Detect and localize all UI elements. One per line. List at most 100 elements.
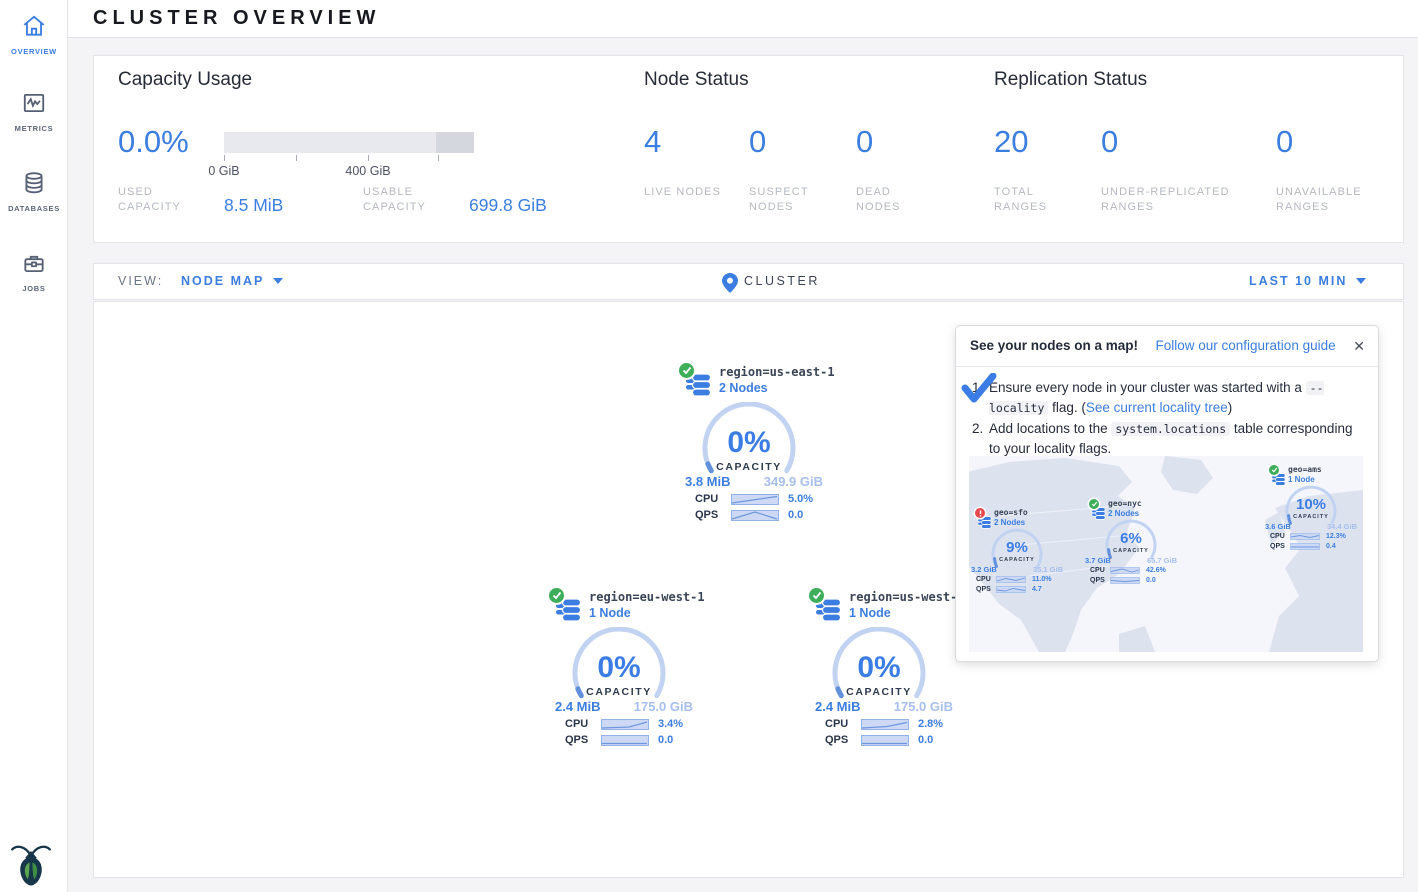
suspect-nodes-value: 0	[749, 126, 766, 158]
configuration-guide-link[interactable]: Follow our configuration guide	[1156, 338, 1336, 353]
capacity-percent: 9%	[985, 539, 1049, 556]
time-range-selector[interactable]: LAST 10 MIN	[1249, 264, 1366, 299]
replication-status-title: Replication Status	[994, 69, 1147, 91]
locality-tree-link[interactable]: See current locality tree	[1086, 400, 1228, 415]
status-ok-icon	[809, 588, 824, 603]
capacity-percent: 0%	[691, 426, 807, 460]
region-card-us-west-1[interactable]: region=us-west-1 1 Node 0% CAPACITY 2.4 …	[797, 587, 961, 753]
sidebar-item-jobs[interactable]: JOBS	[0, 250, 68, 293]
qps-value: 0.0	[918, 734, 933, 746]
used-capacity-label: USED CAPACITY	[118, 185, 198, 215]
qps-sparkline	[1290, 543, 1320, 550]
home-icon	[21, 13, 47, 39]
region-name: geo=ams	[1288, 465, 1322, 474]
popup-title: See your nodes on a map!	[970, 338, 1138, 353]
region-card-eu-west-1[interactable]: region=eu-west-1 1 Node 0% CAPACITY 2.4 …	[537, 587, 701, 753]
capacity-bar-reserved-segment	[436, 132, 474, 153]
dead-nodes-label: DEAD NODES	[856, 185, 936, 215]
breadcrumb[interactable]: CLUSTER	[744, 264, 820, 299]
region-used: 2.4 MiB	[555, 699, 601, 714]
capacity-label: CAPACITY	[985, 557, 1049, 563]
sidebar-item-databases[interactable]: DATABASES	[0, 170, 68, 213]
view-label: VIEW:	[118, 264, 163, 299]
region-node-count: 2 Nodes	[994, 518, 1025, 527]
region-name: region=eu-west-1	[589, 590, 705, 604]
suspect-nodes-label: SUSPECT NODES	[749, 185, 829, 215]
qps-sparkline	[996, 586, 1026, 593]
region-node-count: 2 Nodes	[719, 381, 768, 395]
popup-body: 1. Ensure every node in your cluster was…	[956, 367, 1378, 458]
capacity-usage-bar	[224, 132, 474, 153]
capacity-percent: 6%	[1099, 530, 1163, 547]
cpu-sparkline	[1110, 567, 1140, 574]
setup-step-2: 2. Add locations to the system.locations…	[972, 419, 1364, 458]
capacity-percent: 0%	[561, 651, 677, 685]
capacity-usage-percent: 0.0%	[118, 126, 189, 158]
used-capacity-value: 8.5 MiB	[224, 195, 283, 216]
database-icon	[21, 170, 47, 196]
cluster-summary-panel: Capacity Usage 0.0% 0 GiB 400 GiB USED C…	[93, 55, 1404, 243]
view-bar: VIEW: NODE MAP CLUSTER LAST 10 MIN	[93, 263, 1404, 300]
popup-header: See your nodes on a map! Follow our conf…	[956, 326, 1378, 367]
under-replicated-ranges-label: UNDER-REPLICATED RANGES	[1101, 185, 1271, 215]
live-nodes-label: LIVE NODES	[644, 185, 724, 200]
capacity-percent: 10%	[1279, 496, 1343, 513]
map-pin-icon	[722, 273, 738, 298]
qps-label: QPS	[565, 734, 588, 746]
region-node-count: 1 Node	[1288, 475, 1315, 484]
view-selector[interactable]: NODE MAP	[181, 264, 283, 299]
qps-sparkline	[1110, 577, 1140, 584]
qps-value: 0.0	[788, 509, 803, 521]
region-node-count: 2 Nodes	[1108, 509, 1139, 518]
page-title: CLUSTER OVERVIEW	[93, 7, 380, 30]
chevron-down-icon	[273, 278, 283, 284]
briefcase-icon	[21, 250, 47, 276]
region-total: 175.0 GiB	[634, 699, 693, 714]
region-total: 349.9 GiB	[764, 474, 823, 489]
region-node-count: 1 Node	[589, 606, 631, 620]
region-name: region=us-west-1	[849, 590, 965, 604]
live-nodes-value: 4	[644, 126, 661, 158]
region-card-us-east-1[interactable]: region=us-east-1 2 Nodes 0% CAPACITY 3.8…	[667, 362, 831, 528]
setup-step-1: 1. Ensure every node in your cluster was…	[972, 378, 1364, 418]
region-node-count: 1 Node	[849, 606, 891, 620]
example-map-illustration: geo=sfo 2 Nodes 9% CAPACITY 3.2 GiB35.1 …	[969, 456, 1363, 652]
sidebar-item-overview[interactable]: OVERVIEW	[0, 13, 68, 56]
sidebar-item-label: METRICS	[0, 124, 68, 133]
usable-capacity-label: USABLE CAPACITY	[363, 185, 453, 215]
qps-sparkline	[601, 735, 649, 746]
status-ok-icon	[679, 363, 694, 378]
unavailable-ranges-label: UNAVAILABLE RANGES	[1276, 185, 1386, 215]
qps-label: QPS	[825, 734, 848, 746]
status-ok-icon	[1269, 465, 1279, 475]
region-used: 3.8 MiB	[685, 474, 731, 489]
mini-region-card-nyc: geo=nyc 2 Nodes 6% CAPACITY 3.7 GiB65.7 …	[1083, 499, 1179, 591]
top-bar: CLUSTER OVERVIEW	[68, 0, 1418, 38]
cpu-sparkline	[861, 719, 909, 730]
total-ranges-value: 20	[994, 126, 1028, 158]
mini-region-card-ams: geo=ams 1 Node 10% CAPACITY 3.6 GiB34.4 …	[1263, 465, 1359, 557]
cpu-label: CPU	[825, 718, 848, 730]
cpu-sparkline	[601, 719, 649, 730]
close-icon[interactable]: ✕	[1353, 337, 1365, 355]
capacity-label: CAPACITY	[1099, 548, 1163, 554]
status-warning-icon	[975, 508, 985, 518]
qps-label: QPS	[695, 509, 718, 521]
under-replicated-ranges-value: 0	[1101, 126, 1118, 158]
capacity-axis-tick-400: 400 GiB	[338, 164, 398, 178]
usable-capacity-value: 699.8 GiB	[469, 195, 547, 216]
total-ranges-label: TOTAL RANGES	[994, 185, 1074, 215]
capacity-percent: 0%	[821, 651, 937, 685]
sidebar-item-metrics[interactable]: METRICS	[0, 90, 68, 133]
cpu-value: 2.8%	[918, 718, 943, 730]
cpu-label: CPU	[695, 493, 718, 505]
dead-nodes-value: 0	[856, 126, 873, 158]
cpu-value: 5.0%	[788, 493, 813, 505]
node-map-setup-popup: See your nodes on a map! Follow our conf…	[955, 325, 1379, 662]
sidebar-item-label: OVERVIEW	[0, 47, 68, 56]
cpu-sparkline	[731, 494, 779, 505]
cpu-value: 3.4%	[658, 718, 683, 730]
region-total: 175.0 GiB	[894, 699, 953, 714]
qps-value: 0.0	[658, 734, 673, 746]
cpu-sparkline	[996, 576, 1026, 583]
